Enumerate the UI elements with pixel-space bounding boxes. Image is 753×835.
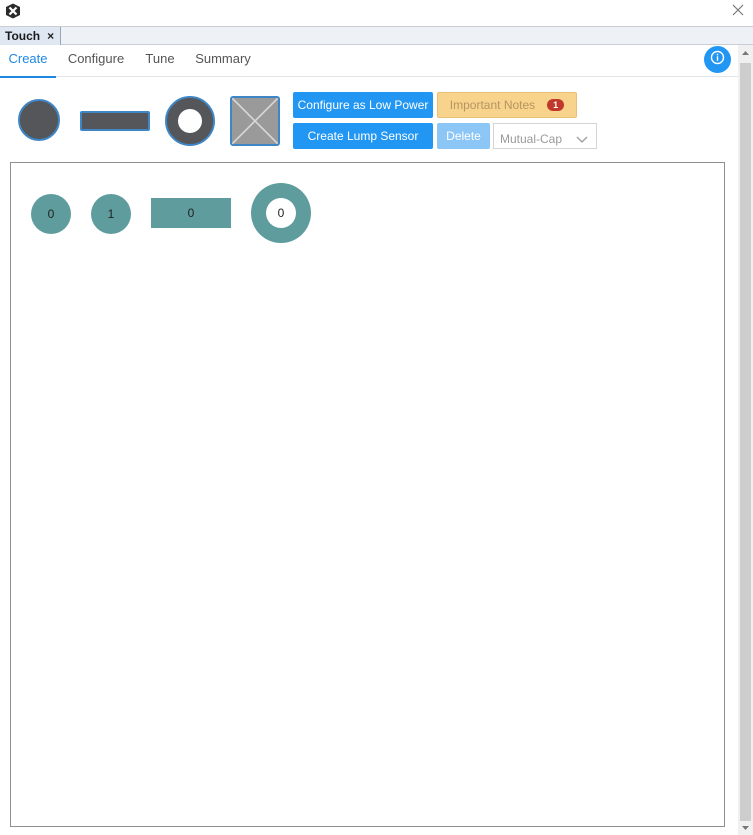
sensing-mode-value: Mutual-Cap (500, 132, 563, 146)
tab-create[interactable]: Create (0, 45, 56, 78)
tab-summary[interactable]: Summary (190, 45, 256, 77)
tab-tune[interactable]: Tune (140, 45, 180, 77)
chevron-down-icon (576, 131, 588, 143)
editor-tab-label: Touch (5, 29, 41, 43)
info-icon (710, 50, 725, 70)
canvas-wheel-sensor-0[interactable]: 0 (251, 183, 311, 243)
canvas-wheel-sensor-label: 0 (277, 206, 285, 220)
canvas-button-sensor-0[interactable]: 0 (31, 194, 71, 234)
editor-tab-touch[interactable]: Touch × (0, 27, 62, 45)
info-button[interactable] (704, 46, 731, 73)
important-notes-label: Important Notes (449, 98, 536, 112)
button-sensor-icon[interactable] (18, 99, 60, 141)
xc-logo-icon (5, 3, 21, 19)
wheel-sensor-icon[interactable] (165, 96, 215, 146)
editor-tab-close-icon[interactable]: × (47, 30, 54, 42)
sensor-layout-canvas[interactable]: 0 1 0 0 (10, 162, 725, 827)
slider-sensor-icon[interactable] (80, 111, 150, 131)
editor-tab-strip: Touch × (0, 26, 753, 45)
configure-low-power-button[interactable]: Configure as Low Power (293, 92, 433, 118)
surface-sensor-icon[interactable] (230, 96, 280, 146)
create-lump-sensor-button[interactable]: Create Lump Sensor (293, 123, 433, 149)
sensing-mode-select[interactable]: Mutual-Cap (493, 123, 597, 149)
close-icon[interactable] (731, 3, 745, 17)
scroll-up-arrow-icon[interactable] (738, 45, 753, 61)
main-nav-tabs: Create Configure Tune Summary (0, 45, 738, 78)
delete-button[interactable]: Delete (437, 123, 490, 149)
touch-configurator-window: Touch × Create Configure Tune Summary Co… (0, 0, 753, 835)
scroll-down-arrow-icon[interactable] (738, 821, 753, 835)
scrollbar-thumb[interactable] (740, 63, 751, 835)
tab-configure[interactable]: Configure (62, 45, 130, 77)
vertical-scrollbar[interactable] (738, 45, 753, 835)
canvas-wheel-sensor-center: 0 (266, 198, 296, 228)
canvas-slider-sensor-0[interactable]: 0 (151, 198, 231, 228)
canvas-button-sensor-1[interactable]: 1 (91, 194, 131, 234)
wheel-sensor-icon-center (178, 109, 202, 133)
title-bar (0, 0, 753, 26)
important-notes-button[interactable]: Important Notes 1 (437, 92, 577, 118)
notes-count-badge: 1 (547, 99, 565, 111)
